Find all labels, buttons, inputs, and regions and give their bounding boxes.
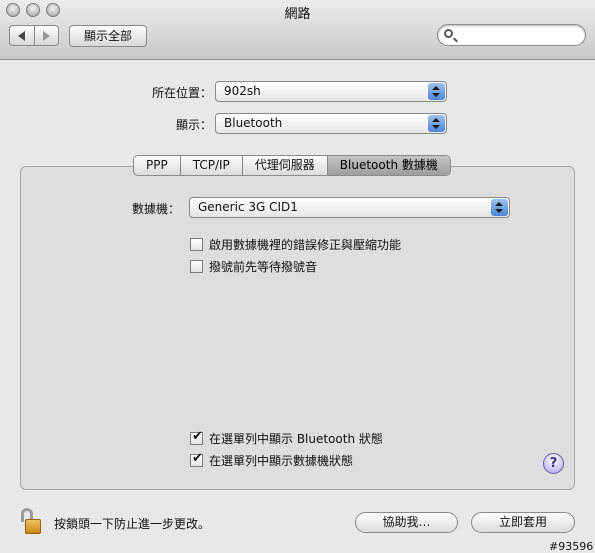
checkbox-label: 撥號前先等待撥號音 xyxy=(209,260,318,274)
checkbox-box[interactable] xyxy=(190,451,203,467)
lock-icon[interactable] xyxy=(19,508,43,536)
search-icon xyxy=(444,29,453,38)
popup-arrows-icon xyxy=(491,199,508,216)
lock-hint-text: 按鎖頭一下防止進一步更改。 xyxy=(54,517,211,531)
checkbox-box[interactable] xyxy=(190,238,203,251)
checkbox-label: 在選單列中顯示 Bluetooth 狀態 xyxy=(209,432,383,446)
show-bluetooth-status-checkbox[interactable]: 在選單列中顯示 Bluetooth 狀態 xyxy=(190,429,383,447)
checkbox-box[interactable] xyxy=(190,429,203,445)
show-all-button[interactable]: 顯示全部 xyxy=(69,25,147,47)
checkbox-label: 在選單列中顯示數據機狀態 xyxy=(209,454,354,468)
tab-ppp[interactable]: PPP xyxy=(134,156,180,175)
show-value: Bluetooth xyxy=(224,116,283,130)
show-label: 顯示： xyxy=(175,118,212,132)
assist-me-button[interactable]: 協助我… xyxy=(355,512,458,533)
tab-bluetooth-modem[interactable]: Bluetooth 數據機 xyxy=(326,156,450,175)
tab-proxies[interactable]: 代理伺服器 xyxy=(241,156,327,175)
watermark-text: #93596 xyxy=(549,540,594,553)
lock-body xyxy=(25,519,41,534)
forward-button[interactable] xyxy=(33,26,59,45)
error-correction-checkbox[interactable]: 啟用數據機裡的錯誤修正與壓縮功能 xyxy=(190,236,401,253)
location-value: 902sh xyxy=(224,84,261,98)
location-popup[interactable]: 902sh xyxy=(215,81,447,102)
help-button[interactable]: ? xyxy=(543,453,564,474)
window-title: 網路 xyxy=(284,7,311,22)
back-button[interactable] xyxy=(10,26,34,45)
tab-bar: PPP TCP/IP 代理伺服器 Bluetooth 數據機 xyxy=(133,155,451,176)
checkbox-box[interactable] xyxy=(190,260,203,273)
modem-value: Generic 3G CID1 xyxy=(198,200,298,214)
search-field[interactable] xyxy=(437,24,586,46)
modem-label: 數據機： xyxy=(131,202,180,216)
tab-tcpip[interactable]: TCP/IP xyxy=(179,156,242,175)
checkbox-label: 啟用數據機裡的錯誤修正與壓縮功能 xyxy=(209,238,402,252)
back-arrow-icon xyxy=(18,30,26,41)
popup-arrows-icon xyxy=(428,83,445,100)
modem-popup[interactable]: Generic 3G CID1 xyxy=(189,197,510,218)
window-toolbar: 網路 顯示全部 xyxy=(0,0,595,60)
apply-now-button[interactable]: 立即套用 xyxy=(471,512,575,533)
show-popup[interactable]: Bluetooth xyxy=(215,113,447,134)
forward-arrow-icon xyxy=(42,30,50,41)
location-label: 所在位置： xyxy=(151,86,212,100)
nav-button-group xyxy=(9,25,59,46)
show-modem-status-checkbox[interactable]: 在選單列中顯示數據機狀態 xyxy=(190,451,354,469)
popup-arrows-icon xyxy=(428,115,445,132)
wait-dial-tone-checkbox[interactable]: 撥號前先等待撥號音 xyxy=(190,258,317,275)
